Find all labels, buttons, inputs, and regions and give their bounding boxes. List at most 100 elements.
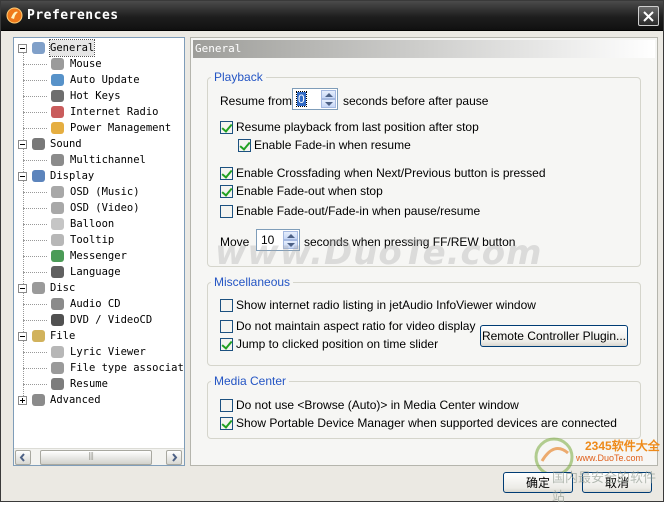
crossfading-checkbox[interactable] — [220, 167, 233, 180]
tree-item-lyric-viewer[interactable]: Lyric Viewer — [14, 344, 184, 360]
show-radio-listing-checkbox[interactable] — [220, 299, 233, 312]
spin-up-arrow-icon[interactable] — [321, 90, 336, 99]
collapse-minus-icon[interactable] — [18, 44, 27, 53]
tree-item-disc[interactable]: Disc — [14, 280, 184, 296]
scroll-thumb[interactable] — [40, 450, 152, 465]
disc-icon — [32, 282, 45, 294]
collapse-minus-icon[interactable] — [18, 284, 27, 293]
tree-item-label[interactable]: DVD / VideoCD — [70, 312, 152, 328]
tree-item-label[interactable]: Mouse — [70, 56, 102, 72]
tree-item-resume[interactable]: Resume — [14, 376, 184, 392]
tree-connector — [23, 256, 47, 257]
tree-item-label[interactable]: Multichannel — [70, 152, 146, 168]
show-portable-manager-label[interactable]: Show Portable Device Manager when suppor… — [236, 416, 617, 430]
tree-item-label[interactable]: General — [48, 39, 96, 57]
tree-item-label[interactable]: Balloon — [70, 216, 114, 232]
tree-item-hot-keys[interactable]: Hot Keys — [14, 88, 184, 104]
fade-on-pause-label[interactable]: Enable Fade-out/Fade-in when pause/resum… — [236, 204, 480, 218]
tree-connector — [23, 320, 47, 321]
fade-in-on-resume-label[interactable]: Enable Fade-in when resume — [254, 138, 411, 152]
arrow-left-icon — [19, 453, 25, 462]
jump-to-clicked-checkbox[interactable] — [220, 338, 233, 351]
no-browse-auto-checkbox[interactable] — [220, 399, 233, 412]
tree-item-label[interactable]: Tooltip — [70, 232, 114, 248]
show-radio-listing-label[interactable]: Show internet radio listing in jetAudio … — [236, 298, 536, 312]
no-browse-auto-label[interactable]: Do not use <Browse (Auto)> in Media Cent… — [236, 398, 519, 412]
fade-in-on-resume-checkbox[interactable] — [238, 139, 251, 152]
tree-item-label[interactable]: Internet Radio — [70, 104, 159, 120]
tree-connector — [23, 128, 47, 129]
title-bar[interactable]: Preferences — [1, 1, 663, 31]
tree-item-auto-update[interactable]: Auto Update — [14, 72, 184, 88]
remote-controller-plugin-button[interactable]: Remote Controller Plugin... — [480, 325, 628, 347]
tree-item-general[interactable]: General — [14, 39, 184, 57]
tree-connector — [23, 64, 47, 65]
expand-plus-icon[interactable] — [18, 396, 27, 405]
tree-item-file-type-associat[interactable]: File type associat — [14, 360, 184, 376]
resume-from-value[interactable]: 0 — [296, 91, 307, 107]
fade-out-on-stop-checkbox[interactable] — [220, 185, 233, 198]
arrow-right-icon — [172, 453, 178, 462]
resume-from-spinner[interactable]: 0 — [292, 88, 338, 110]
no-aspect-ratio-label[interactable]: Do not maintain aspect ratio for video d… — [236, 319, 475, 333]
panel-header: General — [193, 40, 655, 58]
tree-item-label[interactable]: Display — [50, 168, 94, 184]
tree-item-label[interactable]: Language — [70, 264, 121, 280]
tree-item-power-management[interactable]: Power Management — [14, 120, 184, 136]
tree-item-label[interactable]: Auto Update — [70, 72, 140, 88]
tree-item-label[interactable]: Disc — [50, 280, 75, 296]
tree-item-balloon[interactable]: Balloon — [14, 216, 184, 232]
crossfading-label[interactable]: Enable Crossfading when Next/Previous bu… — [236, 166, 546, 180]
tree-item-file[interactable]: File — [14, 328, 184, 344]
tree-item-label[interactable]: Lyric Viewer — [70, 344, 146, 360]
resume-last-position-label[interactable]: Resume playback from last position after… — [236, 120, 479, 134]
tree-item-internet-radio[interactable]: Internet Radio — [14, 104, 184, 120]
tree-item-advanced[interactable]: Advanced — [14, 392, 184, 408]
collapse-minus-icon[interactable] — [18, 172, 27, 181]
resume-last-position-checkbox[interactable] — [220, 121, 233, 134]
tree-item-label[interactable]: Hot Keys — [70, 88, 121, 104]
tree-item-label[interactable]: Power Management — [70, 120, 171, 136]
tree-item-osd-video[interactable]: OSD (Video) — [14, 200, 184, 216]
show-portable-manager-checkbox[interactable] — [220, 417, 233, 430]
collapse-minus-icon[interactable] — [18, 140, 27, 149]
tree-item-osd-music[interactable]: OSD (Music) — [14, 184, 184, 200]
tree-item-language[interactable]: Language — [14, 264, 184, 280]
tree-item-tooltip[interactable]: Tooltip — [14, 232, 184, 248]
tree-item-label[interactable]: File type associat — [70, 360, 184, 376]
tree-item-label[interactable]: OSD (Music) — [70, 184, 140, 200]
jump-to-clicked-label[interactable]: Jump to clicked position on time slider — [236, 337, 438, 351]
tree-item-mouse[interactable]: Mouse — [14, 56, 184, 72]
resume-from-suffix: seconds before after pause — [343, 94, 489, 108]
tree-item-sound[interactable]: Sound — [14, 136, 184, 152]
tree-connector — [23, 112, 47, 113]
spin-down-arrow-icon[interactable] — [321, 99, 336, 108]
tree-item-dvd-videocd[interactable]: DVD / VideoCD — [14, 312, 184, 328]
fade-out-on-stop-label[interactable]: Enable Fade-out when stop — [236, 184, 383, 198]
tree-item-label[interactable]: Advanced — [50, 392, 101, 408]
close-button[interactable] — [638, 6, 659, 26]
tree-horizontal-scrollbar[interactable] — [14, 448, 184, 465]
tree-item-label[interactable]: Resume — [70, 376, 108, 392]
resume-from-spin-buttons[interactable] — [321, 90, 336, 108]
watermark-brand: 2345软件大全 — [585, 439, 660, 453]
tree-item-audio-cd[interactable]: Audio CD — [14, 296, 184, 312]
tree-item-label[interactable]: Sound — [50, 136, 82, 152]
tree-item-label[interactable]: OSD (Video) — [70, 200, 140, 216]
collapse-minus-icon[interactable] — [18, 332, 27, 341]
tree-connector — [23, 160, 47, 161]
tree-item-label[interactable]: Messenger — [70, 248, 127, 264]
fade-on-pause-checkbox[interactable] — [220, 205, 233, 218]
category-tree[interactable]: GeneralMouseAuto UpdateHot KeysInternet … — [13, 37, 185, 466]
resume-icon — [51, 378, 64, 390]
tree-item-label[interactable]: Audio CD — [70, 296, 121, 312]
scroll-left-button[interactable] — [15, 450, 31, 465]
tree-connector — [23, 272, 47, 273]
tree-item-multichannel[interactable]: Multichannel — [14, 152, 184, 168]
globe-icon — [51, 74, 64, 86]
tree-item-display[interactable]: Display — [14, 168, 184, 184]
scroll-right-button[interactable] — [166, 450, 182, 465]
no-aspect-ratio-checkbox[interactable] — [220, 320, 233, 333]
tree-item-label[interactable]: File — [50, 328, 75, 344]
tree-item-messenger[interactable]: Messenger — [14, 248, 184, 264]
